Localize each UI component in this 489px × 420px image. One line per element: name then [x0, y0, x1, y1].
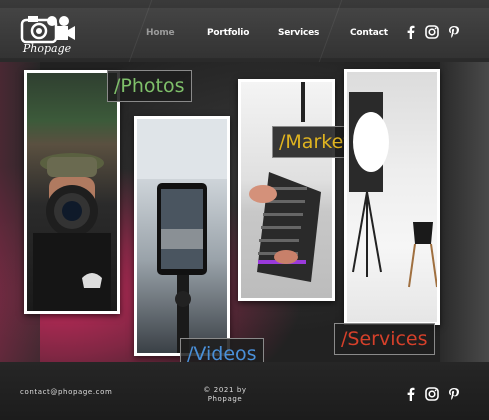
copyright-line: © 2021 by	[203, 386, 247, 394]
photographer-image	[33, 153, 111, 311]
pinterest-icon[interactable]	[447, 387, 461, 401]
studio-photo	[347, 72, 437, 322]
hero-blur	[440, 62, 489, 362]
services-card[interactable]	[344, 69, 440, 325]
footer-copyright: © 2021 by Phopage	[200, 386, 250, 404]
nav-home[interactable]: Home	[146, 28, 175, 42]
nav-contact[interactable]: Contact	[350, 28, 388, 42]
page: Phopage Home Portfolio Services Contact	[0, 0, 489, 420]
videos-card[interactable]	[134, 116, 230, 356]
studio-image	[349, 92, 437, 288]
keyboard-photo	[241, 82, 332, 298]
footer-email[interactable]: contact@phopage.com	[20, 388, 112, 396]
camera-icon	[20, 16, 75, 44]
gimbal-photo	[137, 119, 227, 353]
photos-card[interactable]	[24, 70, 120, 314]
nav-services[interactable]: Services	[278, 28, 319, 42]
gimbal-image	[137, 119, 227, 353]
instagram-icon[interactable]	[425, 387, 439, 401]
facebook-icon[interactable]	[404, 387, 418, 401]
services-label[interactable]: /Services	[334, 323, 435, 355]
copyright-line: Phopage	[207, 395, 243, 403]
photos-label[interactable]: /Photos	[107, 70, 192, 102]
site-header: Phopage Home Portfolio Services Contact	[0, 0, 489, 62]
photographer-photo	[27, 73, 117, 311]
logo-text: Phopage	[22, 42, 72, 55]
instagram-icon[interactable]	[425, 25, 439, 39]
nav-portfolio[interactable]: Portfolio	[207, 28, 249, 42]
keyboard-image	[249, 82, 321, 282]
pinterest-icon[interactable]	[447, 25, 461, 39]
marketing-card[interactable]	[238, 79, 335, 301]
facebook-icon[interactable]	[404, 25, 418, 39]
logo[interactable]: Phopage	[18, 12, 76, 58]
